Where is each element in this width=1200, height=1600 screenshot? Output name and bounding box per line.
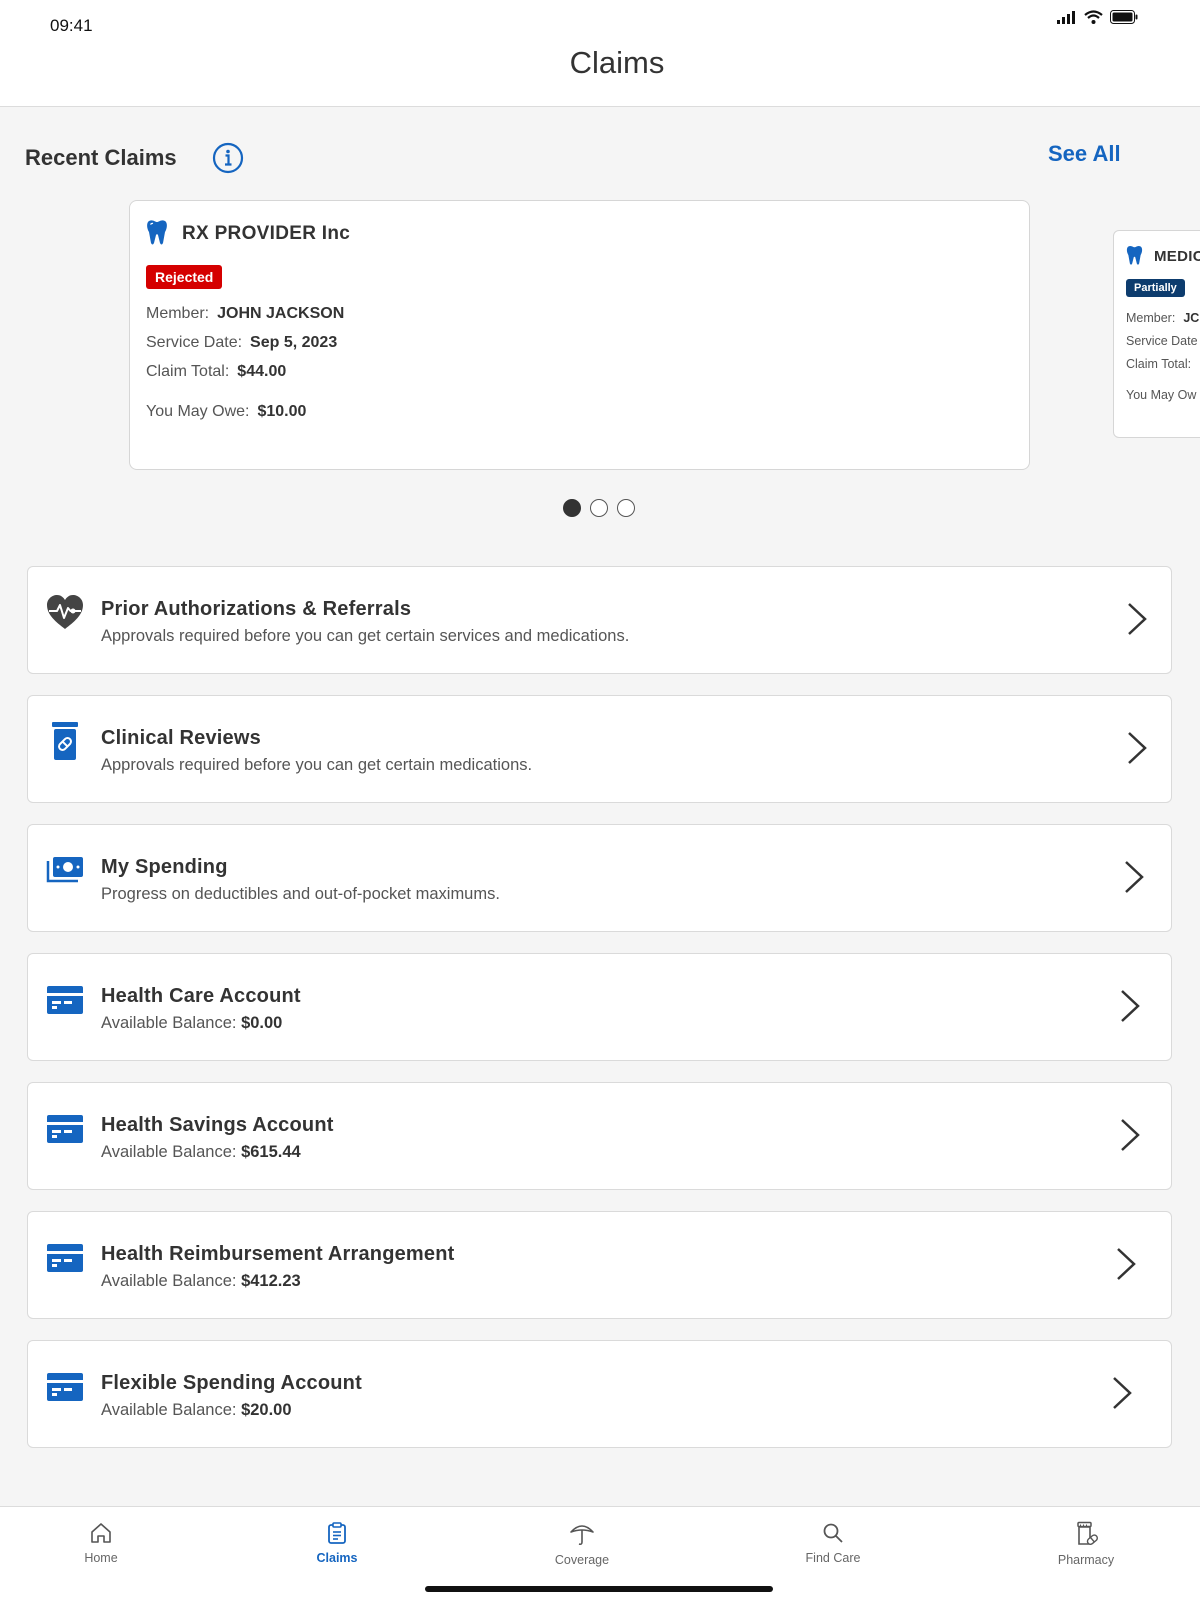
claim-total: Claim Total: bbox=[1126, 357, 1192, 371]
money-icon bbox=[46, 857, 83, 883]
balance-value: $412.23 bbox=[241, 1272, 301, 1290]
list-item-prior-authorizations[interactable]: Prior Authorizations & Referrals Approva… bbox=[27, 566, 1172, 674]
search-icon bbox=[823, 1523, 843, 1543]
chevron-right-icon bbox=[1121, 1119, 1140, 1151]
balance-label: Available Balance: bbox=[101, 1401, 237, 1419]
pagination-dot[interactable] bbox=[617, 499, 635, 517]
chevron-right-icon bbox=[1113, 1377, 1132, 1409]
service-date-label: Service Date: bbox=[146, 334, 243, 351]
claim-card[interactable]: RX PROVIDER Inc Rejected Member: JOHN JAC… bbox=[129, 200, 1030, 470]
pagination-dot[interactable] bbox=[590, 499, 608, 517]
umbrella-icon bbox=[570, 1525, 594, 1546]
balance-value: $615.44 bbox=[241, 1143, 301, 1161]
claim-member: Member: JC bbox=[1126, 311, 1199, 325]
claim-total-label: Claim Total: bbox=[146, 363, 230, 380]
card-icon bbox=[47, 1373, 83, 1401]
balance-value: $0.00 bbox=[241, 1014, 283, 1032]
home-indicator bbox=[425, 1586, 773, 1592]
owe-label: You May Owe: bbox=[146, 403, 250, 420]
status-icons bbox=[1057, 10, 1138, 24]
page-title: Claims bbox=[569, 45, 665, 80]
tab-label: Claims bbox=[316, 1551, 358, 1565]
home-icon bbox=[91, 1523, 111, 1543]
status-badge: Partially bbox=[1126, 279, 1185, 297]
owe-value: $10.00 bbox=[257, 403, 307, 420]
heart-pulse-icon bbox=[47, 595, 83, 629]
list-item-balance: Available Balance: $615.44 bbox=[101, 1143, 301, 1162]
list-item-clinical-reviews[interactable]: Clinical Reviews Approvals required befo… bbox=[27, 695, 1172, 803]
balance-label: Available Balance: bbox=[101, 1143, 237, 1161]
tab-label: Find Care bbox=[805, 1551, 861, 1565]
pharmacy-icon bbox=[1077, 1521, 1098, 1545]
claim-owe: You May Owe: $10.00 bbox=[146, 403, 306, 421]
claim-service-date: Service Date: Sep 5, 2023 bbox=[146, 334, 337, 352]
list-item-title: Prior Authorizations & Referrals bbox=[101, 598, 412, 620]
list-item-title: My Spending bbox=[101, 856, 228, 878]
status-badge: Rejected bbox=[146, 265, 223, 289]
list-item-balance: Available Balance: $0.00 bbox=[101, 1014, 282, 1033]
info-icon[interactable] bbox=[212, 142, 244, 174]
tab-find-care[interactable]: Find Care bbox=[763, 1521, 903, 1565]
carousel-pagination bbox=[563, 499, 635, 517]
tab-claims[interactable]: Claims bbox=[267, 1521, 407, 1565]
claim-owe: You May Ow bbox=[1126, 388, 1197, 402]
list-item-balance: Available Balance: $412.23 bbox=[101, 1272, 301, 1291]
tab-label: Coverage bbox=[554, 1553, 610, 1567]
list-item-health-care-account[interactable]: Health Care Account Available Balance: $… bbox=[27, 953, 1172, 1061]
pagination-dot[interactable] bbox=[563, 499, 581, 517]
list-item-title: Flexible Spending Account bbox=[101, 1372, 362, 1394]
list-item-health-reimbursement-arrangement[interactable]: Health Reimbursement Arrangement Availab… bbox=[27, 1211, 1172, 1319]
claim-service-date: Service Date bbox=[1126, 334, 1198, 348]
chevron-right-icon bbox=[1128, 732, 1147, 764]
chevron-right-icon bbox=[1117, 1248, 1136, 1280]
claim-provider: MEDIC bbox=[1154, 248, 1200, 265]
balance-label: Available Balance: bbox=[101, 1014, 237, 1032]
service-date-value: Sep 5, 2023 bbox=[250, 334, 338, 351]
tab-label: Home bbox=[84, 1551, 118, 1565]
status-time: 09:41 bbox=[50, 16, 93, 35]
card-icon bbox=[47, 1244, 83, 1272]
member-label: Member: bbox=[1126, 311, 1176, 325]
list-item-title: Health Savings Account bbox=[101, 1114, 334, 1136]
claim-card[interactable]: MEDIC Partially Member: JC Service Date C… bbox=[1113, 230, 1200, 438]
list-item-subtitle: Approvals required before you can get ce… bbox=[101, 756, 533, 774]
list-item-title: Health Reimbursement Arrangement bbox=[101, 1243, 455, 1265]
list-item-flexible-spending-account[interactable]: Flexible Spending Account Available Bala… bbox=[27, 1340, 1172, 1448]
list-item-balance: Available Balance: $20.00 bbox=[101, 1401, 292, 1420]
member-value: JC bbox=[1183, 311, 1200, 325]
tab-pharmacy[interactable]: Pharmacy bbox=[1016, 1521, 1156, 1567]
member-label: Member: bbox=[146, 305, 210, 322]
card-icon bbox=[47, 1115, 83, 1143]
chevron-right-icon bbox=[1128, 603, 1147, 635]
balance-value: $20.00 bbox=[241, 1401, 292, 1419]
card-icon bbox=[47, 986, 83, 1014]
claim-provider: RX PROVIDER Inc bbox=[182, 223, 351, 244]
clipboard-icon bbox=[328, 1522, 346, 1544]
battery-icon bbox=[1110, 10, 1138, 24]
recent-claims-title: Recent Claims bbox=[25, 145, 177, 170]
list-item-subtitle: Approvals required before you can get ce… bbox=[101, 627, 630, 645]
tab-home[interactable]: Home bbox=[31, 1521, 171, 1565]
chevron-right-icon bbox=[1121, 990, 1140, 1022]
tooth-icon bbox=[147, 220, 167, 245]
wifi-icon bbox=[1084, 10, 1103, 24]
app-header: Claims bbox=[0, 0, 1200, 107]
list-item-title: Clinical Reviews bbox=[101, 727, 261, 749]
pill-bottle-icon bbox=[52, 722, 78, 760]
list-item-title: Health Care Account bbox=[101, 985, 301, 1007]
list-item-my-spending[interactable]: My Spending Progress on deductibles and … bbox=[27, 824, 1172, 932]
signal-icon bbox=[1057, 11, 1075, 24]
balance-label: Available Balance: bbox=[101, 1272, 237, 1290]
claim-total: Claim Total: $44.00 bbox=[146, 363, 286, 381]
member-value: JOHN JACKSON bbox=[217, 305, 345, 322]
see-all-link[interactable]: See All bbox=[1048, 141, 1121, 167]
tooth-icon bbox=[1126, 246, 1143, 265]
claim-total-value: $44.00 bbox=[237, 363, 287, 380]
list-item-subtitle: Progress on deductibles and out-of-pocke… bbox=[101, 885, 500, 903]
chevron-right-icon bbox=[1125, 861, 1144, 893]
list-item-health-savings-account[interactable]: Health Savings Account Available Balance… bbox=[27, 1082, 1172, 1190]
tab-label: Pharmacy bbox=[1057, 1553, 1115, 1567]
tab-coverage[interactable]: Coverage bbox=[512, 1521, 652, 1567]
claim-member: Member: JOHN JACKSON bbox=[146, 305, 344, 323]
